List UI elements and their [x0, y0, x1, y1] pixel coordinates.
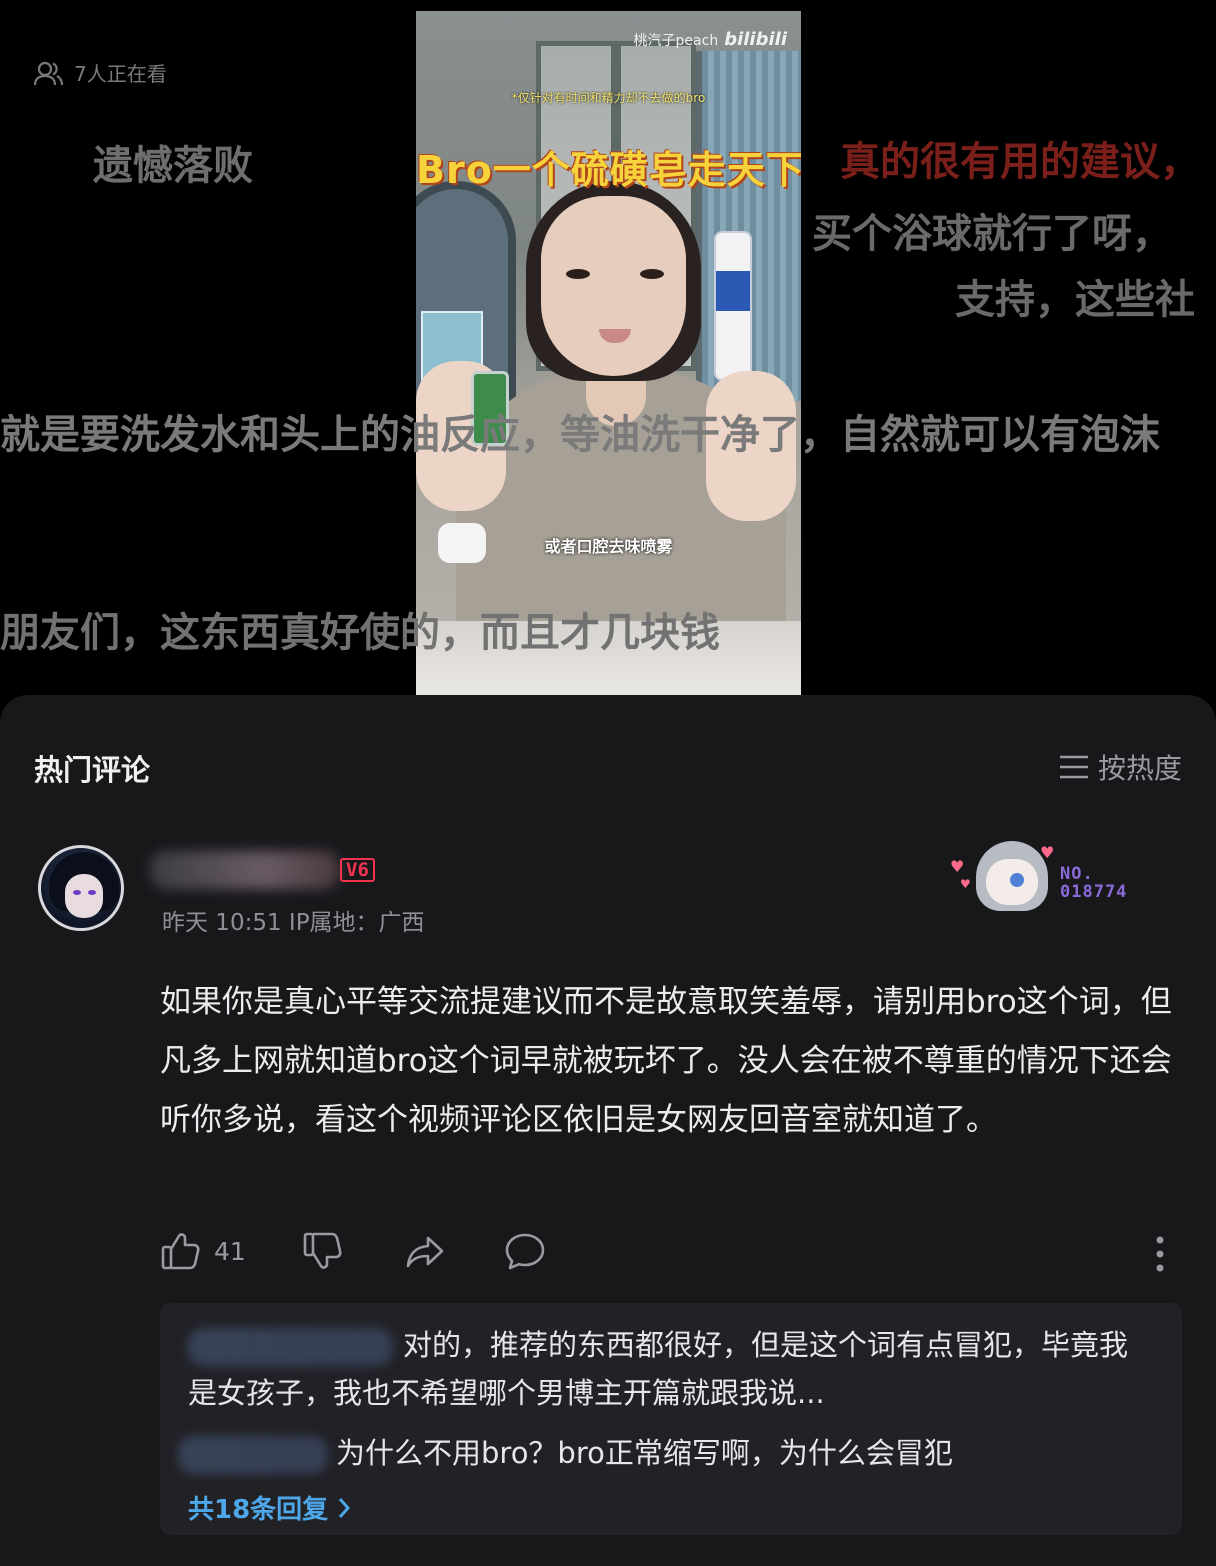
heart-icon: ♥: [950, 857, 965, 876]
video-subtitle: 或者口腔去味喷雾: [544, 537, 673, 556]
video-player[interactable]: 7人正在看 遗憾落败 真的很有用的建议， 买个浴球就行了呀， 支持，这些社 桃汽…: [0, 0, 1216, 695]
danmaku-comment: 支持，这些社: [955, 277, 1195, 323]
dislike-button[interactable]: [302, 1230, 344, 1272]
reply-item[interactable]: 为什么不用bro？bro正常缩写啊，为什么会冒犯: [178, 1429, 1138, 1477]
comment-body: 如果你是真心平等交流提建议而不是故意取笑羞辱，请别用bro这个词，但凡多上网就知…: [160, 984, 1172, 1138]
share-button[interactable]: [404, 1230, 446, 1272]
video-overlay-title: Bro一个硫磺皂走天下: [416, 148, 801, 192]
fan-badge-number: NO. 018774: [1060, 864, 1128, 902]
reply-button[interactable]: [504, 1230, 546, 1272]
more-button[interactable]: [1150, 1234, 1170, 1274]
view-all-replies-link[interactable]: 共18条回复: [188, 1489, 352, 1526]
danmaku-comment: 朋友们，这东西真好使的，而且才几块钱: [0, 610, 720, 656]
danmaku-comment: 真的很有用的建议，: [840, 139, 1200, 185]
sort-button[interactable]: 按热度: [1058, 747, 1182, 787]
chevron-right-icon: [339, 1497, 351, 1518]
thumbs-up-icon: [161, 1233, 200, 1270]
comment-username[interactable]: [150, 851, 340, 889]
avatar[interactable]: [38, 845, 124, 931]
video-top-note: *仅针对有时间和精力却不去做的bro: [511, 91, 706, 105]
video-watermark: 桃汽子peach bilibili: [634, 29, 787, 50]
sort-lines-icon: [1059, 755, 1088, 779]
danmaku-comment: 买个浴球就行了呀，: [812, 211, 1172, 257]
comments-title: 热门评论: [34, 753, 151, 787]
like-button[interactable]: 41: [160, 1230, 246, 1272]
reply-username[interactable]: [178, 1436, 328, 1474]
reply-count-label: 共18条回复: [188, 1495, 329, 1525]
video-person-face: [541, 196, 686, 376]
video-product-label: [716, 271, 750, 311]
level-badge: V6: [340, 858, 375, 882]
video-frame[interactable]: 桃汽子peach bilibili *仅针对有时间和精力却不去做的bro Bro…: [416, 11, 801, 695]
video-person-eye: [566, 269, 590, 279]
danmaku-comment: 遗憾落败: [93, 143, 253, 189]
danmaku-comment: 就是要洗发水和头上的油反应，等油洗干净了，自然就可以有泡沫: [0, 412, 1160, 458]
fan-badge[interactable]: ♥ ♥ ♥ NO. 018774: [948, 835, 1148, 925]
reply-username[interactable]: [188, 1328, 393, 1366]
heart-icon: ♥: [960, 877, 971, 891]
people-icon: [34, 61, 64, 85]
video-person-eye: [640, 269, 664, 279]
viewer-count-text: 7人正在看: [74, 62, 167, 86]
sort-label: 按热度: [1097, 752, 1182, 785]
reply-item[interactable]: 对的，推荐的东西都很好，但是这个词有点冒犯，毕竟我是女孩子，我也不希望哪个男博主…: [188, 1321, 1148, 1417]
comment-bubble-icon: [505, 1233, 545, 1270]
share-icon: [406, 1236, 444, 1268]
comments-panel: 热门评论 按热度 V6 昨天 10:51 IP属地：广西 ♥ ♥ ♥ NO. 0…: [0, 695, 1216, 1566]
comment-meta: 昨天 10:51 IP属地：广西: [162, 910, 425, 936]
viewer-count: 7人正在看: [34, 58, 167, 87]
replies-box[interactable]: 对的，推荐的东西都很好，但是这个词有点冒犯，毕竟我是女孩子，我也不希望哪个男博主…: [160, 1303, 1182, 1535]
watermark-brand: bilibili: [724, 29, 787, 50]
reply-text: 为什么不用bro？bro正常缩写啊，为什么会冒犯: [336, 1436, 953, 1470]
like-count: 41: [214, 1236, 246, 1266]
comment-action-bar: 41: [160, 1230, 1180, 1280]
thumbs-down-icon: [303, 1232, 342, 1269]
watermark-author: 桃汽子peach: [633, 32, 719, 49]
more-vertical-icon: [1156, 1236, 1164, 1272]
